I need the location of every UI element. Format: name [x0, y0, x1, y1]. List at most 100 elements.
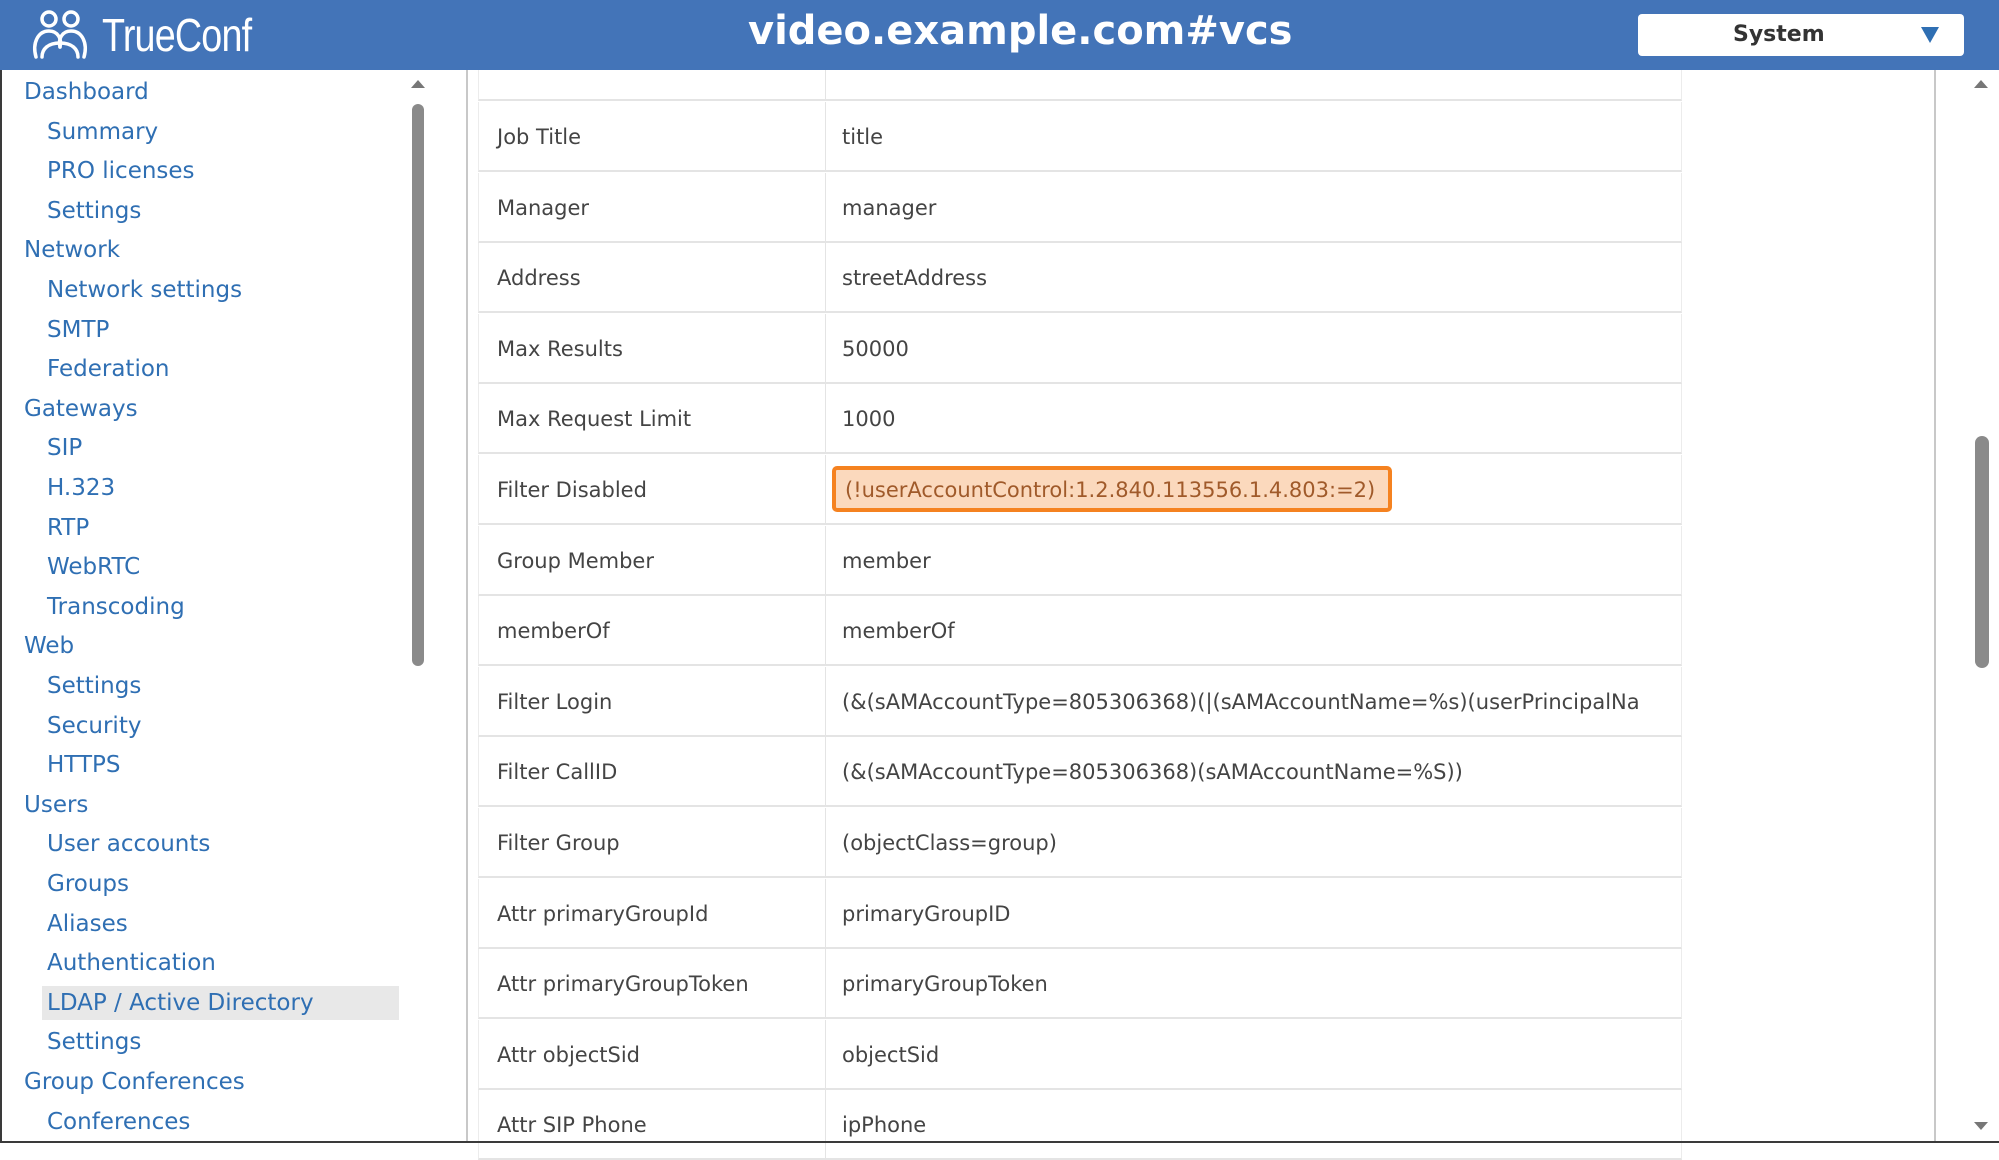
- sidebar-item[interactable]: Network: [24, 233, 120, 267]
- sidebar-item[interactable]: Federation: [47, 352, 169, 386]
- field-value[interactable]: (&(sAMAccountType=805306368)(|(sAMAccoun…: [842, 667, 1672, 737]
- sidebar-item[interactable]: RTP: [47, 511, 89, 545]
- field-label: Manager: [497, 195, 590, 220]
- table-row: Address streetAddress: [478, 243, 1682, 314]
- field-value[interactable]: primaryGroupID: [842, 879, 1672, 949]
- sidebar-item[interactable]: Settings: [47, 1025, 141, 1059]
- column-separator: [825, 1019, 826, 1090]
- chevron-down-icon: [1921, 27, 1939, 43]
- field-label: Filter CallID: [497, 760, 618, 785]
- top-header: TrueConf video.example.com#vcs System: [0, 0, 1999, 70]
- sidebar-item[interactable]: Transcoding: [47, 590, 185, 624]
- scroll-up-arrow-icon[interactable]: [410, 78, 426, 90]
- field-value[interactable]: title: [842, 102, 1672, 172]
- field-label: Address: [497, 266, 581, 291]
- table-row: Group Member member: [478, 525, 1682, 596]
- sidebar-item[interactable]: LDAP / Active Directory: [42, 985, 399, 1020]
- field-value[interactable]: objectSid: [842, 1020, 1672, 1090]
- panel-divider: [466, 70, 468, 1143]
- field-value[interactable]: 1000: [842, 384, 1672, 454]
- field-label: Attr objectSid: [497, 1042, 640, 1067]
- sidebar-item[interactable]: Settings: [47, 194, 141, 228]
- sidebar-item[interactable]: Web: [24, 629, 74, 663]
- table-row: Manager manager: [478, 172, 1682, 243]
- field-value[interactable]: ipPhone: [842, 1090, 1672, 1160]
- field-label: Filter Disabled: [497, 478, 647, 502]
- field-value[interactable]: manager: [842, 173, 1672, 243]
- table-row: Max Results 50000: [478, 313, 1682, 384]
- system-dropdown[interactable]: System: [1638, 14, 1964, 56]
- field-value[interactable]: (objectClass=group): [842, 808, 1672, 878]
- table-row: Max Request Limit 1000: [478, 384, 1682, 455]
- table-row: Filter CallID (&(sAMAccountType=805306368…: [478, 737, 1682, 808]
- sidebar-item[interactable]: Network settings: [47, 273, 242, 307]
- scroll-up-arrow-icon[interactable]: [1973, 78, 1989, 90]
- table-row: Attr SIP Phone ipPhone: [478, 1090, 1682, 1160]
- field-label: Attr primaryGroupToken: [497, 972, 749, 997]
- sidebar-item[interactable]: SMTP: [47, 313, 109, 347]
- table-row: memberOf memberOf: [478, 596, 1682, 667]
- field-label: Max Request Limit: [497, 407, 692, 432]
- column-separator: [825, 525, 826, 596]
- sidebar-item[interactable]: Dashboard: [24, 75, 149, 109]
- field-value[interactable]: (&(sAMAccountType=805306368)(sAMAccountN…: [842, 737, 1672, 807]
- main-scrollbar-thumb[interactable]: [1975, 436, 1989, 668]
- table-row: Attr primaryGroupToken primaryGroupToken: [478, 949, 1682, 1020]
- sidebar-item[interactable]: Summary: [47, 115, 158, 149]
- field-label: memberOf: [497, 619, 610, 644]
- column-separator: [825, 455, 826, 525]
- field-label: Job Title: [497, 125, 582, 149]
- logo-text: TrueConf: [102, 9, 252, 61]
- sidebar-item[interactable]: H.323: [47, 471, 115, 505]
- table-row: Filter Disabled (!userAccountControl:1.2.…: [478, 455, 1682, 525]
- sidebar-item[interactable]: HTTPS: [47, 748, 120, 782]
- field-label: Filter Group: [497, 831, 620, 855]
- sidebar-item[interactable]: Settings: [47, 669, 141, 703]
- field-value[interactable]: memberOf: [842, 596, 1672, 666]
- sidebar-item[interactable]: SIP: [47, 431, 82, 465]
- field-label: Group Member: [497, 548, 654, 573]
- column-separator: [825, 313, 826, 384]
- sidebar-item[interactable]: Users: [24, 788, 88, 822]
- column-separator: [825, 666, 826, 737]
- sidebar-item[interactable]: Aliases: [47, 907, 128, 941]
- field-value[interactable]: streetAddress: [842, 243, 1672, 313]
- right-divider: [1934, 70, 1936, 1143]
- sidebar-item[interactable]: Groups: [47, 867, 129, 901]
- trueconf-logo[interactable]: TrueConf: [28, 4, 284, 66]
- table-row: Filter Login (&(sAMAccountType=805306368)…: [478, 666, 1682, 737]
- field-value[interactable]: 50000: [842, 314, 1672, 384]
- column-separator: [825, 102, 826, 172]
- sidebar-item[interactable]: WebRTC: [47, 550, 140, 584]
- sidebar-item[interactable]: Authentication: [47, 946, 216, 980]
- field-value[interactable]: primaryGroupToken: [842, 949, 1672, 1019]
- server-address: video.example.com#vcs: [748, 8, 1293, 54]
- sidebar-item[interactable]: User accounts: [47, 827, 210, 861]
- field-value[interactable]: member: [842, 526, 1672, 596]
- column-separator: [825, 878, 826, 949]
- column-separator: [825, 737, 826, 808]
- field-value-highlighted[interactable]: (!userAccountControl:1.2.840.113556.1.4.…: [832, 455, 1672, 525]
- column-separator: [825, 1090, 826, 1160]
- field-label: Filter Login: [497, 689, 613, 714]
- field-label: Attr primaryGroupId: [497, 901, 709, 926]
- column-separator: [825, 384, 826, 455]
- sidebar-item[interactable]: Group Conferences: [24, 1065, 245, 1099]
- field-label: Attr SIP Phone: [497, 1113, 647, 1138]
- column-separator: [825, 172, 826, 243]
- trueconf-logo-icon: [33, 10, 87, 59]
- table-row: Attr objectSid objectSid: [478, 1019, 1682, 1090]
- scroll-down-arrow-icon[interactable]: [1973, 1120, 1989, 1132]
- field-label: Max Results: [497, 336, 623, 361]
- system-dropdown-value: System: [1733, 22, 1825, 47]
- sidebar-item[interactable]: PRO licenses: [47, 154, 195, 188]
- sidebar-item[interactable]: Gateways: [24, 392, 138, 426]
- column-separator: [825, 243, 826, 314]
- sidebar-item[interactable]: Security: [47, 709, 141, 743]
- column-separator: [825, 808, 826, 878]
- sidebar-scrollbar-thumb[interactable]: [412, 104, 424, 666]
- sidebar-item[interactable]: Conferences: [47, 1105, 190, 1139]
- table-row: Filter Group (objectClass=group): [478, 808, 1682, 878]
- highlighted-value-text: (!userAccountControl:1.2.840.113556.1.4.…: [845, 478, 1376, 502]
- sidebar-nav: Dashboard Summary PRO licenses Settings Netw…: [0, 70, 430, 1143]
